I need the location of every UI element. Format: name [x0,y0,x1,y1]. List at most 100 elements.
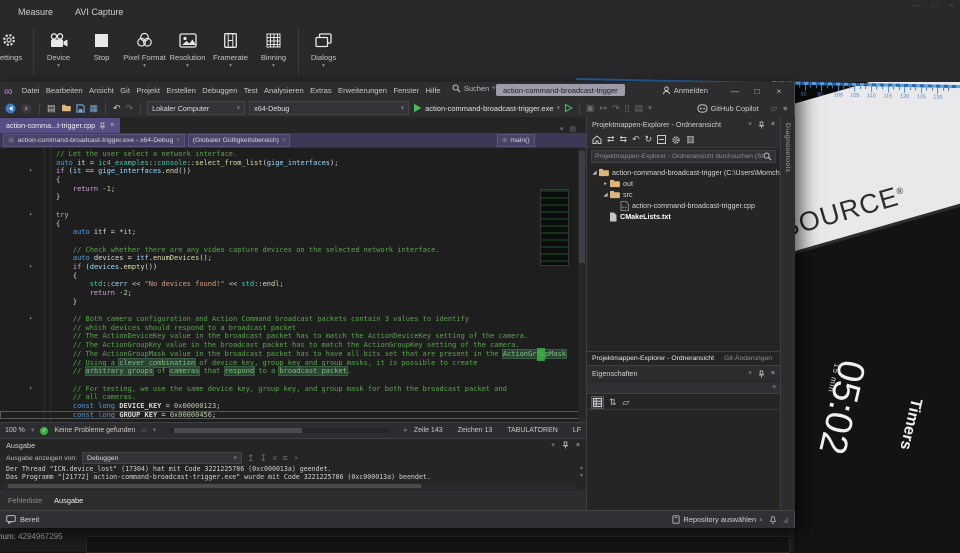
member-dropdown[interactable]: ◆ main() [497,134,535,147]
target-machine-select[interactable]: Lokaler Computer▾ [147,101,245,115]
maximize-button[interactable]: □ [746,86,768,96]
scope-dropdown[interactable]: (Globaler Gültigkeitsbereich) ▾ [188,134,291,147]
view-tab[interactable]: Git-Änderungen [724,355,772,362]
tree-item[interactable]: ◢src [587,189,780,200]
save-all-icon[interactable]: ▦ [90,104,99,113]
close-tab-icon[interactable]: × [110,122,114,129]
output-log[interactable]: Der Thread "ICN.device_lost" (17304) hat… [0,465,586,483]
pixel-format-button[interactable]: Pixel Format▾ [123,29,166,68]
close-panel-icon[interactable]: × [576,442,580,449]
share-icon[interactable]: ▱ [771,104,778,113]
chevron-down-icon[interactable]: ▾ [748,121,752,128]
menu-fenster[interactable]: Fenster [390,86,422,95]
code-editor[interactable]: // Let the user select a network interfa… [0,148,586,422]
properties-object-select[interactable]: ▾ [587,382,780,394]
value-input[interactable] [86,536,790,553]
back-icon[interactable] [5,103,16,114]
property-pages-icon[interactable]: ▱ [623,398,630,407]
solution-explorer-search[interactable]: Projektmappen-Explorer - Ordneransicht d… [591,150,776,163]
tree-item[interactable]: ++action-command-broadcast-trigger.cpp [587,200,780,211]
resolution-button[interactable]: Resolution▾ [166,29,209,68]
new-tab-icon[interactable]: ▤ [569,126,576,133]
account-icon[interactable]: ● [783,104,788,113]
chevron-down-icon[interactable]: ▾ [551,442,555,449]
menu-extras[interactable]: Extras [307,86,335,95]
build-icon[interactable]: ▣ [586,104,595,113]
window-title[interactable]: action-command-broadcast-trigger [496,84,625,96]
fold-chevron-icon[interactable]: ▾ [29,211,32,220]
line-indicator[interactable]: Zeile 143 [414,427,443,434]
chevron-down-icon[interactable]: ▾ [560,126,564,133]
home-icon[interactable] [592,135,602,144]
dialogs-button[interactable]: Dialogs▾ [302,29,345,68]
fold-chevron-icon[interactable]: ▾ [29,315,32,324]
menu-bearbeiten[interactable]: Bearbeiten [43,86,86,95]
panel-tab-fehlerliste[interactable]: Fehlerliste [8,496,42,505]
eol-indicator[interactable]: LF [573,427,581,434]
close-panel-icon[interactable]: × [771,121,775,128]
undo-icon[interactable]: ↶ [113,104,121,113]
configuration-select[interactable]: x64-Debug▾ [249,101,409,115]
menu-erstellen[interactable]: Erstellen [163,86,199,95]
fold-chevron-icon[interactable]: ▾ [29,167,32,176]
menu-test[interactable]: Test [241,86,261,95]
output-source-select[interactable]: Debuggen▾ [82,452,242,464]
select-repository-button[interactable]: Repository auswählen ▴ [672,515,762,524]
chevron-down-icon[interactable]: ▾ [748,370,752,377]
open-folder-icon[interactable] [61,104,71,112]
sync-icon[interactable]: ⇆ [620,135,628,144]
start-without-debugging-icon[interactable] [564,103,573,113]
forward-icon[interactable] [21,103,32,114]
menu-hilfe[interactable]: Hilfe [422,86,444,95]
minimize-icon[interactable]: — [912,1,920,10]
binning-button[interactable]: Binning▾ [252,29,295,68]
categorized-icon[interactable] [592,397,603,408]
step-over-icon[interactable]: ↷ [612,104,620,113]
tree-item[interactable]: CMakeLists.txt [587,211,780,222]
stop-button[interactable]: Stop [80,29,123,62]
wrap-icon[interactable]: ≡ [282,454,287,463]
quick-search[interactable]: Suchen ▾ [452,84,496,93]
capture-tab-avi-capture[interactable]: AVI Capture [75,7,123,17]
capture-tab-measure[interactable]: Measure [18,7,53,17]
close-panel-icon[interactable]: × [771,370,775,377]
close-icon[interactable]: × [949,1,954,10]
panel-tab-ausgabe[interactable]: Ausgabe [54,496,83,505]
alphabetical-icon[interactable]: ⇅ [609,398,617,407]
fold-chevron-icon[interactable]: ▾ [29,263,32,272]
horizontal-scrollbar[interactable] [170,428,390,433]
clear-all-icon[interactable]: × [272,454,277,463]
menu-debuggen[interactable]: Debuggen [199,86,240,95]
device-button[interactable]: Device▾ [37,29,80,68]
menu-erweiterungen[interactable]: Erweiterungen [335,86,390,95]
start-debugging-button[interactable]: action-command-broadcast-trigger.exe ▾ [413,103,560,113]
dropdown-caret-icon[interactable]: ▾ [648,105,652,112]
maximize-icon[interactable]: □ [932,1,937,10]
debug-target-dropdown[interactable]: ▣ action-command-broadcast-trigger.exe -… [3,134,185,147]
redo-icon[interactable]: ↷ [126,104,134,113]
tree-item[interactable]: ◢action-command-broadcast-trigger (C:\Us… [587,167,780,178]
goto-prev-icon[interactable]: ↥ [247,454,255,463]
settings-button[interactable]: Settings [0,29,30,62]
bookmark-list-icon[interactable]: ▤ [635,104,644,113]
minimize-button[interactable]: — [724,86,746,96]
menu-datei[interactable]: Datei [19,86,43,95]
collapse-all-icon[interactable] [657,135,666,144]
menu-projekt[interactable]: Projekt [133,86,163,95]
bookmark-icon[interactable]: ▯ [625,104,630,113]
fold-chevron-icon[interactable]: ▾ [29,385,32,394]
close-button[interactable]: × [768,86,790,96]
save-icon[interactable] [76,104,85,113]
output-vertical-scrollbar[interactable]: ▲▼ [579,465,584,479]
pin-icon[interactable] [758,370,765,378]
editor-scrollbar[interactable] [578,148,586,422]
tree-item[interactable]: ▸out [587,178,780,189]
clock-icon[interactable]: ◔ [293,454,298,463]
edit-icon[interactable]: ▱ [141,427,146,434]
framerate-button[interactable]: Framerate▾ [209,29,252,68]
feedback-icon[interactable] [6,515,16,524]
zoom-level[interactable]: 100 % [5,427,25,434]
pin-icon[interactable] [758,121,765,129]
sign-in-button[interactable]: Anmelden [662,86,708,95]
tab-action-command-broadcast-trigger-cpp[interactable]: action-comma...t-trigger.cpp × [0,118,120,133]
